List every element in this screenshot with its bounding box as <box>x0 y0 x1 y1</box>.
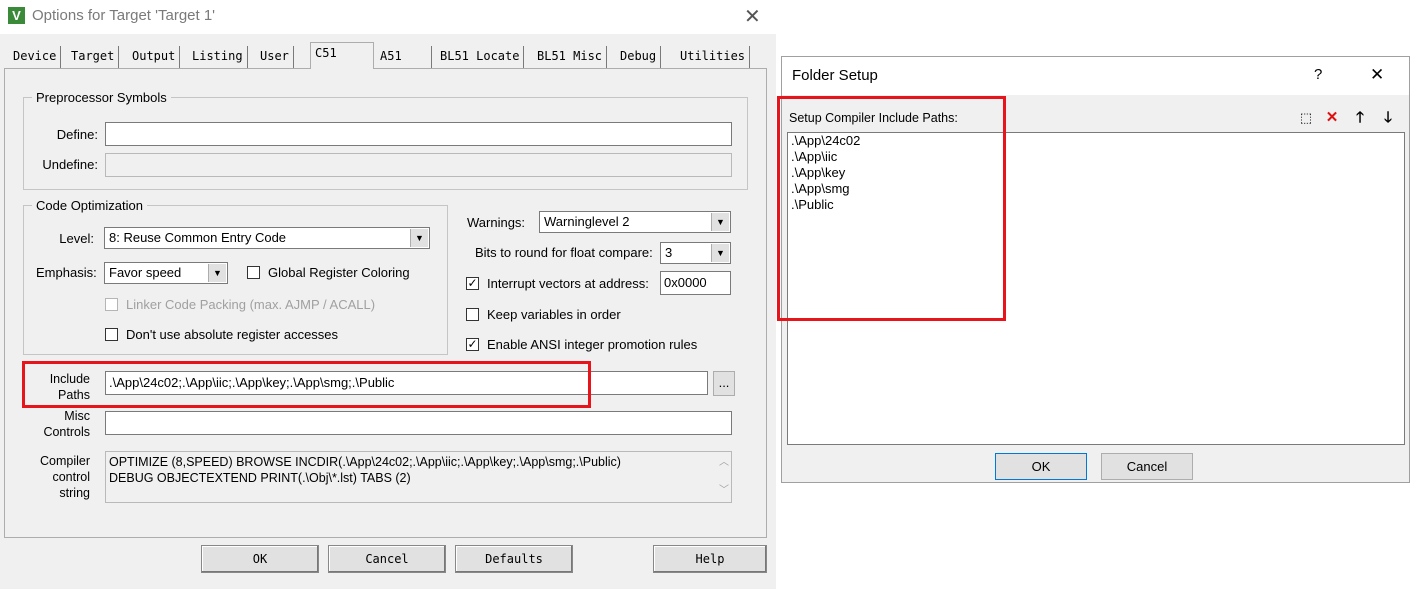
undefine-input[interactable] <box>105 153 732 177</box>
scroll-down-icon[interactable]: ﹀ <box>719 483 729 499</box>
code-optimization-legend: Code Optimization <box>36 198 143 213</box>
folder-setup-title-bar: Folder Setup ? ✕ <box>782 57 1409 95</box>
global-register-coloring-checkbox[interactable] <box>247 266 260 279</box>
delete-icon[interactable]: ✕ <box>1320 107 1344 129</box>
folder-cancel-button[interactable]: Cancel <box>1101 453 1193 480</box>
help-button[interactable]: Help <box>653 545 767 573</box>
emphasis-value: Favor speed <box>109 265 182 280</box>
ansi-promotion-label: Enable ANSI integer promotion rules <box>487 337 698 352</box>
compiler-control-textarea[interactable]: OPTIMIZE (8,SPEED) BROWSE INCDIR(.\App\2… <box>105 451 732 503</box>
cancel-button[interactable]: Cancel <box>328 545 446 573</box>
options-title-bar: V Options for Target 'Target 1' ✕ <box>0 0 776 34</box>
ok-button[interactable]: OK <box>201 545 319 573</box>
misc-controls-label-line2: Controls <box>43 425 90 439</box>
warnings-label: Warnings: <box>467 215 526 230</box>
preprocessor-legend: Preprocessor Symbols <box>36 90 167 105</box>
close-icon[interactable]: ✕ <box>1370 65 1384 85</box>
linker-code-packing-label: Linker Code Packing (max. AJMP / ACALL) <box>126 297 376 312</box>
compiler-control-label: Compiler control string <box>24 453 90 501</box>
folder-setup-title: Folder Setup <box>792 67 878 84</box>
linker-code-packing-checkbox[interactable] <box>105 298 118 311</box>
close-icon[interactable]: ✕ <box>744 4 761 29</box>
tab-c51[interactable]: C51 <box>310 42 374 69</box>
level-label: Level: <box>59 231 94 246</box>
level-value: 8: Reuse Common Entry Code <box>109 230 287 245</box>
include-paths-browse-button[interactable]: ... <box>713 371 735 396</box>
window-title: Options for Target 'Target 1' <box>32 7 216 24</box>
keil-app-icon: V <box>8 7 25 24</box>
interrupt-vectors-label: Interrupt vectors at address: <box>487 276 649 291</box>
bits-round-label: Bits to round for float compare: <box>475 245 653 260</box>
chevron-down-icon: ▼ <box>410 229 428 247</box>
defaults-button[interactable]: Defaults <box>455 545 573 573</box>
chevron-down-icon: ▼ <box>711 213 729 231</box>
warnings-value: Warninglevel 2 <box>544 214 630 229</box>
help-icon[interactable]: ? <box>1314 66 1322 83</box>
level-select[interactable]: 8: Reuse Common Entry Code ▼ <box>104 227 430 249</box>
tab-debug[interactable]: Debug <box>616 46 662 68</box>
emphasis-label: Emphasis: <box>36 265 97 280</box>
tab-a51[interactable]: A51 <box>376 46 432 68</box>
compiler-control-label-line1: Compiler <box>39 454 90 468</box>
tab-output[interactable]: Output <box>128 46 181 68</box>
no-absolute-register-label: Don't use absolute register accesses <box>126 327 339 342</box>
ansi-promotion-checkbox[interactable]: ✓ <box>466 338 479 351</box>
compiler-control-line1: OPTIMIZE (8,SPEED) BROWSE INCDIR(.\App\2… <box>109 455 621 469</box>
move-up-icon[interactable]: 🡑 <box>1348 107 1372 129</box>
tab-utilities[interactable]: Utilities <box>676 46 751 68</box>
undefine-label: Undefine: <box>42 157 98 172</box>
scroll-up-icon[interactable]: ︿ <box>719 455 729 471</box>
bits-round-value: 3 <box>665 245 673 260</box>
global-register-coloring-label: Global Register Coloring <box>268 265 410 280</box>
compiler-control-label-line2: control <box>52 470 90 484</box>
keep-variables-label: Keep variables in order <box>487 307 621 322</box>
tab-user[interactable]: User <box>256 46 294 68</box>
interrupt-vectors-input[interactable]: 0x0000 <box>660 271 731 295</box>
tab-target[interactable]: Target <box>67 46 120 68</box>
chevron-down-icon: ▼ <box>208 264 226 282</box>
tab-listing[interactable]: Listing <box>188 46 248 68</box>
options-for-target-window: V Options for Target 'Target 1' ✕ Device… <box>0 0 776 589</box>
tab-device[interactable]: Device <box>9 46 62 68</box>
emphasis-select[interactable]: Favor speed ▼ <box>104 262 228 284</box>
chevron-down-icon: ▼ <box>711 244 729 262</box>
new-folder-icon[interactable]: ⬚ <box>1294 107 1318 129</box>
interrupt-vectors-checkbox[interactable]: ✓ <box>466 277 479 290</box>
tab-bl51-locate[interactable]: BL51 Locate <box>436 46 525 68</box>
misc-controls-label: Misc Controls <box>24 408 90 440</box>
warnings-select[interactable]: Warninglevel 2 ▼ <box>539 211 731 233</box>
tab-bl51-misc[interactable]: BL51 Misc <box>533 46 608 68</box>
move-down-icon[interactable]: 🡓 <box>1376 107 1400 129</box>
misc-controls-label-line1: Misc <box>64 409 90 423</box>
folder-ok-button[interactable]: OK <box>995 453 1087 480</box>
include-paths-highlight <box>22 361 591 408</box>
compiler-control-label-line3: string <box>59 486 90 500</box>
no-absolute-register-checkbox[interactable] <box>105 328 118 341</box>
define-label: Define: <box>56 127 98 142</box>
misc-controls-input[interactable] <box>105 411 732 435</box>
bits-round-select[interactable]: 3 ▼ <box>660 242 731 264</box>
compiler-control-line2: DEBUG OBJECTEXTEND PRINT(.\Obj\*.lst) TA… <box>109 471 411 485</box>
folder-list-highlight <box>777 96 1006 321</box>
keep-variables-checkbox[interactable] <box>466 308 479 321</box>
define-input[interactable] <box>105 122 732 146</box>
